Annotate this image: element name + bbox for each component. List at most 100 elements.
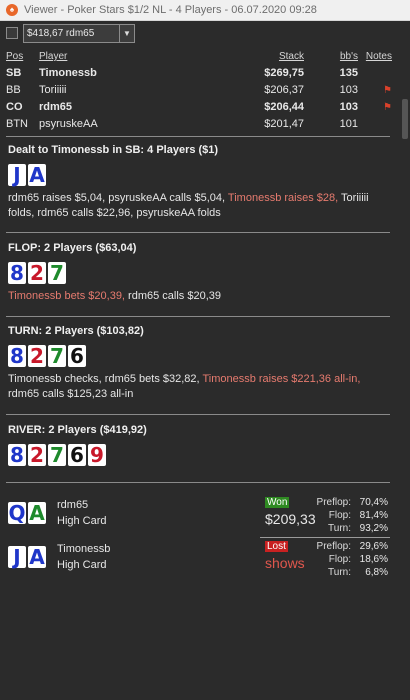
card: 7 [48,261,66,285]
player-notes[interactable]: ⚑ [364,98,392,115]
card: J [8,163,26,187]
preflop-actions: rdm65 raises $5,04, psyruskeAA calls $5,… [8,191,388,221]
card: A [28,501,46,525]
player-bbs: 103 [339,83,358,96]
equity-value: 6,8% [365,567,388,578]
card: 2 [28,344,46,368]
player-bbs: 101 [339,117,358,130]
player-row[interactable]: BTN psyruskeAA $201,47 101 [6,115,392,132]
filter-checkbox[interactable] [6,27,18,39]
player-notes[interactable]: ⚑ [364,81,392,98]
result-row: Q A rdm65 High Card Won $209,33 Preflop:… [8,496,390,540]
action-text: Timonessb checks, rdm65 bets $32,82, [8,373,203,385]
card: 7 [48,443,66,467]
result-player-name: Timonessb [57,543,111,555]
chevron-down-icon[interactable]: ▼ [119,24,134,42]
turn-section: TURN: 2 Players ($103,82) 8 2 7 6 Timone… [8,325,388,402]
showdown-cards: J A [8,545,48,569]
status-badge: Won [265,497,290,508]
hole-cards: J A [8,163,388,187]
player-name: rdm65 [39,100,73,113]
player-name: psyruskeAA [39,117,98,130]
note-flag-icon[interactable]: ⚑ [383,102,392,113]
preflop-title: Dealt to Timonessb in SB: 4 Players ($1) [8,144,219,156]
player-pos: SB [6,66,22,79]
turn-actions: Timonessb checks, rdm65 bets $32,82, Tim… [8,372,388,402]
player-pos: BB [6,83,21,96]
player-name: Toriiiii [39,83,67,96]
player-notes[interactable] [364,115,392,132]
scrollbar[interactable] [400,49,410,700]
divider [6,482,390,483]
card: 6 [68,443,86,467]
divider [6,414,390,415]
equity-label: Turn: [328,567,351,578]
card: 7 [48,344,66,368]
card: A [28,545,46,569]
header-player[interactable]: Player [39,50,239,64]
action-text: rdm65 raises $5,04, psyruskeAA calls $5,… [8,192,228,204]
header-bbs[interactable]: bb's [314,50,364,64]
river-section: RIVER: 2 Players ($419,92) 8 2 7 6 9 [8,424,388,467]
result-hand-rank: High Card [57,515,107,527]
player-pos: BTN [6,117,28,130]
player-row[interactable]: CO rdm65 $206,44 103 ⚑ [6,98,392,115]
players-table: Pos Player Stack bb's Notes SB Timonessb… [6,50,392,132]
card: 6 [68,344,86,368]
player-name: Timonessb [39,66,97,79]
note-flag-icon[interactable]: ⚑ [383,85,392,96]
card: 8 [8,261,26,285]
hero-action-text: Timonessb bets $20,39, [8,290,125,302]
divider [260,537,390,538]
result-player-name: rdm65 [57,499,89,511]
card: 8 [8,443,26,467]
turn-title: TURN: 2 Players ($103,82) [8,325,144,337]
board-cards: 8 2 7 6 [8,344,388,368]
app-logo-icon: ♠ [6,4,18,16]
equity-label: Flop: [328,554,351,565]
board-cards: 8 2 7 6 9 [8,443,388,467]
window-title: Viewer - Poker Stars $1/2 NL - 4 Players… [24,4,317,16]
player-notes[interactable] [364,64,392,81]
player-stack: $206,37 [264,83,304,96]
equity-value: 81,4% [359,510,388,521]
hero-action-text: Timonessb raises $221,36 all-in, [202,373,361,385]
equity-value: 93,2% [359,523,388,534]
player-bbs: 103 [339,100,358,113]
player-stack: $206,44 [264,100,304,113]
player-row[interactable]: BB Toriiiii $206,37 103 ⚑ [6,81,392,98]
hand-selector[interactable]: $418,67 rdm65 ▼ [23,23,135,43]
card: 9 [88,443,106,467]
divider [6,136,390,137]
showdown-cards: Q A [8,501,48,525]
action-text: rdm65 calls $20,39 [125,290,221,302]
equity-label: Preflop: [316,541,351,552]
equity-label: Turn: [328,523,351,534]
player-stack: $269,75 [264,66,304,79]
flop-section: FLOP: 2 Players ($63,04) 8 2 7 Timonessb… [8,242,388,304]
action-text: rdm65 calls $125,23 all-in [8,388,134,400]
header-pos[interactable]: Pos [6,50,39,64]
scrollbar-thumb[interactable] [402,99,408,139]
toolbar: $418,67 rdm65 ▼ [0,21,410,45]
header-notes[interactable]: Notes [364,50,392,64]
equity-stats: Preflop: 29,6% Flop: 18,6% Turn: 6,8% [296,540,388,579]
flop-title: FLOP: 2 Players ($63,04) [8,242,137,254]
result-row: J A Timonessb High Card Lost shows Prefl… [8,540,390,584]
status-badge: Lost [265,541,288,552]
equity-value: 29,6% [359,541,388,552]
window-titlebar: ♠ Viewer - Poker Stars $1/2 NL - 4 Playe… [0,0,410,21]
card: A [28,163,46,187]
player-row[interactable]: SB Timonessb $269,75 135 [6,64,392,81]
preflop-section: Dealt to Timonessb in SB: 4 Players ($1)… [8,144,388,221]
card: J [8,545,26,569]
equity-value: 18,6% [359,554,388,565]
card: 2 [28,261,46,285]
header-stack[interactable]: Stack [239,50,314,64]
river-title: RIVER: 2 Players ($419,92) [8,424,147,436]
player-pos: CO [6,100,23,113]
player-stack: $201,47 [264,117,304,130]
divider [6,232,390,233]
board-cards: 8 2 7 [8,261,388,285]
result-hand-rank: High Card [57,559,107,571]
